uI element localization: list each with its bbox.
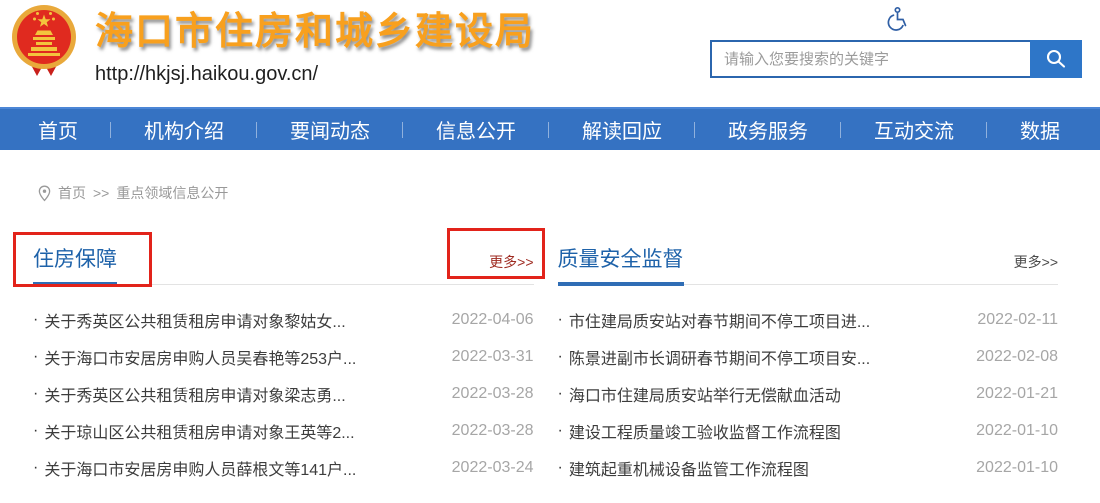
bullet-dot: · — [33, 458, 39, 476]
bullet-dot: · — [33, 310, 39, 328]
news-row: · 陈景进副市长调研春节期间不停工项目安... 2022-02-08 — [558, 338, 1059, 375]
article-link[interactable]: 关于海口市安居房申购人员薛根文等141户... — [44, 456, 439, 480]
site-url: http://hkjsj.haikou.gov.cn/ — [95, 62, 319, 85]
article-date: 2022-01-10 — [976, 421, 1058, 439]
news-row: · 关于秀英区公共租赁租房申请对象梁志勇... 2022-03-28 — [33, 375, 534, 412]
article-date: 2022-03-28 — [451, 421, 534, 439]
nav-item[interactable]: 互动交流 — [841, 115, 987, 144]
nav-item[interactable]: 信息公开 — [403, 115, 549, 144]
article-date: 2022-03-24 — [451, 458, 534, 476]
accessibility-icon[interactable] — [884, 6, 908, 32]
bullet-dot: · — [557, 347, 563, 365]
brand-block: 海口市住房和城乡建设局 http://hkjsj.haikou.gov.cn/ — [95, 11, 536, 86]
news-row: · 建设工程质量竣工验收监督工作流程图 2022-01-10 — [558, 412, 1059, 449]
breadcrumb-home-link[interactable]: 首页 — [58, 183, 86, 203]
site-header: 海口市住房和城乡建设局 http://hkjsj.haikou.gov.cn/ — [0, 0, 1100, 107]
page: 海口市住房和城乡建设局 http://hkjsj.haikou.gov.cn/ — [0, 0, 1100, 503]
article-link[interactable]: 关于琼山区公共租赁租房申请对象王英等2... — [44, 419, 439, 443]
section-title-housing[interactable]: 住房保障 — [33, 229, 117, 286]
breadcrumb-current: 重点领域信息公开 — [116, 185, 229, 201]
search-icon — [1046, 49, 1066, 68]
bullet-dot: · — [557, 458, 563, 476]
article-link[interactable]: 海口市住建局质安站举行无偿献血活动 — [569, 382, 964, 406]
nav-item[interactable]: 机构介绍 — [111, 115, 257, 144]
news-list-quality: · 市住建局质安站对春节期间不停工项目进... 2022-02-11 · 陈景进副市长调… — [558, 301, 1059, 486]
article-date: 2022-02-08 — [976, 347, 1058, 365]
section-title-quality[interactable]: 质量安全监督 — [557, 229, 684, 286]
article-link[interactable]: 关于秀英区公共租赁租房申请对象梁志勇... — [44, 382, 439, 406]
news-row: · 关于琼山区公共租赁租房申请对象王英等2... 2022-03-28 — [33, 412, 534, 449]
news-row: · 海口市住建局质安站举行无偿献血活动 2022-01-21 — [558, 375, 1059, 412]
section-header: 住房保障 更多>> — [33, 229, 534, 286]
bullet-dot: · — [33, 384, 39, 402]
breadcrumb: 首页 >> 重点领域信息公开 — [38, 183, 1100, 203]
national-emblem-icon — [12, 5, 76, 76]
section-header: 质量安全监督 更多>> — [557, 229, 1058, 286]
article-date: 2022-04-06 — [451, 310, 534, 328]
article-link[interactable]: 建筑起重机械设备监管工作流程图 — [569, 456, 964, 480]
national-emblem-logo — [10, 4, 78, 83]
nav-item[interactable]: 政务服务 — [695, 115, 841, 144]
section-housing-support: 住房保障 更多>> · 关于秀英区公共租赁租房申请对象黎姑女... 2022-04-… — [33, 229, 534, 486]
bullet-dot: · — [557, 384, 563, 402]
breadcrumb-separator: >> — [93, 185, 110, 201]
header-right — [710, 6, 1082, 78]
article-date: 2022-03-28 — [451, 384, 534, 402]
article-link[interactable]: 关于海口市安居房申购人员吴春艳等253户... — [44, 345, 439, 369]
bullet-dot: · — [33, 421, 39, 439]
bullet-dot: · — [557, 310, 563, 328]
news-row: · 关于海口市安居房申购人员薛根文等141户... 2022-03-24 — [33, 449, 534, 486]
search-bar — [710, 40, 1082, 78]
news-row: · 关于海口市安居房申购人员吴春艳等253户... 2022-03-31 — [33, 338, 534, 375]
article-date: 2022-01-21 — [976, 384, 1058, 402]
article-link[interactable]: 陈景进副市长调研春节期间不停工项目安... — [569, 345, 964, 369]
bullet-dot: · — [557, 421, 563, 439]
more-link-quality[interactable]: 更多>> — [1014, 252, 1058, 284]
main-nav: 首页 机构介绍 要闻动态 信息公开 解读回应 政务服务 互动交流 数据 — [0, 107, 1100, 150]
search-button[interactable] — [1030, 40, 1082, 78]
news-list-housing: · 关于秀英区公共租赁租房申请对象黎姑女... 2022-04-06 · 关于海口市安居… — [33, 301, 534, 486]
article-date: 2022-02-11 — [977, 310, 1058, 328]
more-link-housing[interactable]: 更多>> — [489, 252, 533, 284]
nav-item[interactable]: 数据 — [987, 115, 1093, 144]
location-pin-icon — [38, 185, 51, 201]
article-date: 2022-01-10 — [976, 458, 1058, 476]
search-input[interactable] — [710, 40, 1030, 78]
content: 住房保障 更多>> · 关于秀英区公共租赁租房申请对象黎姑女... 2022-04-… — [0, 203, 1100, 486]
news-row: · 市住建局质安站对春节期间不停工项目进... 2022-02-11 — [558, 301, 1059, 338]
site-title: 海口市住房和城乡建设局 — [95, 11, 536, 53]
article-link[interactable]: 建设工程质量竣工验收监督工作流程图 — [569, 419, 964, 443]
article-link[interactable]: 关于秀英区公共租赁租房申请对象黎姑女... — [44, 308, 439, 332]
news-row: · 关于秀英区公共租赁租房申请对象黎姑女... 2022-04-06 — [33, 301, 534, 338]
article-link[interactable]: 市住建局质安站对春节期间不停工项目进... — [569, 308, 966, 332]
nav-menu: 首页 机构介绍 要闻动态 信息公开 解读回应 政务服务 互动交流 数据 — [0, 109, 1100, 150]
article-date: 2022-03-31 — [451, 347, 534, 365]
news-row: · 建筑起重机械设备监管工作流程图 2022-01-10 — [558, 449, 1059, 486]
nav-item[interactable]: 首页 — [38, 115, 111, 144]
section-quality-safety: 质量安全监督 更多>> · 市住建局质安站对春节期间不停工项目进... 2022-0… — [557, 229, 1059, 486]
bullet-dot: · — [33, 347, 39, 365]
nav-item[interactable]: 要闻动态 — [257, 115, 403, 144]
nav-item[interactable]: 解读回应 — [549, 115, 695, 144]
